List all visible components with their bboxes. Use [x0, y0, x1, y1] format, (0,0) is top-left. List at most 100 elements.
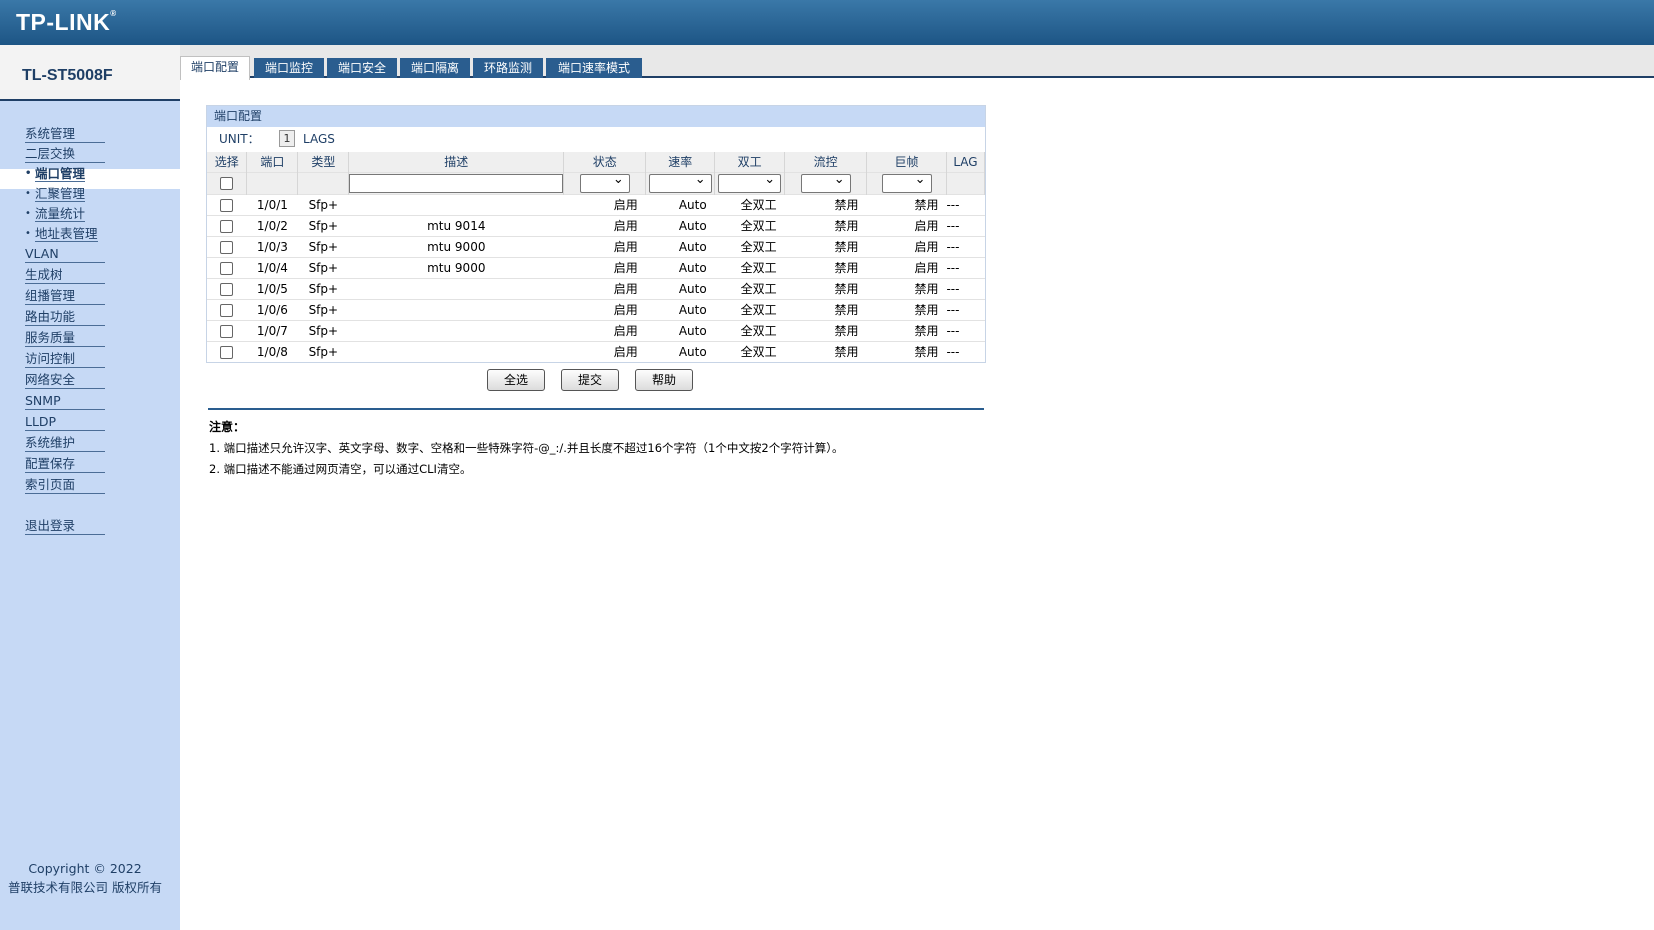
select-all-checkbox[interactable]	[220, 177, 234, 190]
cell-speed: Auto	[645, 235, 715, 257]
cell-status: 启用	[563, 298, 646, 320]
port-table: 选择 端口 类型 描述 状态 速率 双工 流控 巨帧 LAG ⌄ ⌄ ⌄ ⌄ ⌄…	[207, 152, 986, 362]
col-port: 端口	[246, 152, 299, 172]
tab-port-config[interactable]: 端口配置	[180, 56, 250, 80]
cell-type: Sfp+	[297, 214, 349, 236]
col-description: 描述	[348, 152, 565, 172]
note-line-2: 2. 端口描述不能通过网页清空，可以通过CLI清空。	[209, 462, 472, 476]
nav-system-maintenance[interactable]: 系统维护	[25, 434, 105, 452]
description-input[interactable]	[349, 173, 564, 193]
nav-vlan[interactable]: VLAN	[25, 245, 105, 263]
submit-button[interactable]: 提交	[561, 369, 619, 391]
notes: 注意： 1. 端口描述只允许汉字、英文字母、数字、空格和一些特殊字符-@_:/.…	[209, 417, 843, 480]
col-lag: LAG	[946, 152, 986, 172]
nav-traffic-statistics[interactable]: • 流量统计	[25, 205, 86, 223]
table-header-row: 选择 端口 类型 描述 状态 速率 双工 流控 巨帧 LAG	[207, 152, 986, 172]
nav-index-page[interactable]: 索引页面	[25, 476, 105, 494]
cell-type: Sfp+	[297, 319, 349, 341]
row-checkbox[interactable]	[220, 303, 234, 317]
nav-port-management[interactable]: • 端口管理	[25, 165, 86, 183]
col-type: 类型	[297, 152, 350, 172]
device-model: TL-ST5008F	[22, 67, 113, 84]
cell-jumbo: 禁用	[866, 193, 947, 215]
cell-status: 启用	[563, 235, 646, 257]
jumbo-select[interactable]	[881, 172, 932, 193]
table-row: 1/0/3 Sfp+ mtu 9000 启用 Auto 全双工 禁用 启用 ---	[207, 235, 985, 257]
table-row: 1/0/5 Sfp+ 启用 Auto 全双工 禁用 禁用 ---	[207, 277, 985, 299]
cell-port: 1/0/7	[246, 319, 298, 341]
nav-address-table[interactable]: • 地址表管理	[25, 225, 98, 243]
tab-port-monitor[interactable]: 端口监控	[254, 58, 324, 78]
cell-duplex: 全双工	[714, 277, 785, 299]
status-select[interactable]	[579, 172, 630, 193]
nav-network-security[interactable]: 网络安全	[25, 371, 105, 389]
help-button[interactable]: 帮助	[635, 369, 693, 391]
cell-flow-control: 禁用	[784, 214, 867, 236]
cell-port: 1/0/5	[246, 277, 298, 299]
cell-description	[348, 298, 564, 320]
cell-port: 1/0/4	[246, 256, 298, 278]
nav-l2-switching[interactable]: 二层交换	[25, 145, 105, 163]
cell-jumbo: 禁用	[866, 298, 947, 320]
cell-lag: ---	[946, 298, 985, 320]
select-all-button[interactable]: 全选	[487, 369, 545, 391]
row-checkbox[interactable]	[220, 282, 234, 296]
cell-description	[348, 319, 564, 341]
nav-system-management[interactable]: 系统管理	[25, 125, 105, 143]
tab-port-speed-mode[interactable]: 端口速率模式	[546, 58, 642, 78]
cell-flow-control: 禁用	[784, 340, 867, 362]
cell-jumbo: 禁用	[866, 277, 947, 299]
nav-multicast[interactable]: 组播管理	[25, 287, 105, 305]
unit-label: UNIT：	[219, 132, 260, 146]
nav-save-config[interactable]: 配置保存	[25, 455, 105, 473]
tab-strip: 端口配置 端口监控 端口安全 端口隔离 环路监测 端口速率模式	[180, 45, 1654, 80]
nav-logout[interactable]: 退出登录	[25, 517, 105, 535]
row-checkbox[interactable]	[220, 324, 234, 338]
nav-link-aggregation[interactable]: • 汇聚管理	[25, 185, 86, 203]
cell-status: 启用	[563, 214, 646, 236]
cell-description	[348, 193, 564, 215]
cell-flow-control: 禁用	[784, 319, 867, 341]
cell-duplex: 全双工	[714, 319, 785, 341]
row-checkbox[interactable]	[220, 198, 234, 212]
cell-port: 1/0/8	[246, 340, 298, 362]
panel-title: 端口配置	[207, 106, 985, 127]
duplex-select[interactable]	[718, 172, 782, 193]
cell-jumbo: 启用	[866, 214, 947, 236]
cell-type: Sfp+	[297, 277, 349, 299]
cell-description: mtu 9000	[348, 256, 564, 278]
cell-port: 1/0/2	[246, 214, 298, 236]
row-checkbox[interactable]	[220, 240, 234, 254]
col-duplex: 双工	[714, 152, 786, 172]
speed-select[interactable]	[648, 172, 712, 193]
cell-jumbo: 禁用	[866, 340, 947, 362]
tab-port-isolation[interactable]: 端口隔离	[400, 58, 470, 78]
table-row: 1/0/6 Sfp+ 启用 Auto 全双工 禁用 禁用 ---	[207, 298, 985, 320]
tab-loop-detection[interactable]: 环路监测	[473, 58, 543, 78]
unit-selector[interactable]: 1	[279, 130, 295, 147]
row-checkbox[interactable]	[220, 219, 234, 233]
nav-access-control[interactable]: 访问控制	[25, 350, 105, 368]
cell-status: 启用	[563, 277, 646, 299]
nav-lldp[interactable]: LLDP	[25, 413, 105, 431]
cell-speed: Auto	[645, 277, 715, 299]
lags-link[interactable]: LAGS	[303, 132, 335, 146]
table-row: 1/0/8 Sfp+ 启用 Auto 全双工 禁用 禁用 ---	[207, 340, 985, 362]
nav-snmp[interactable]: SNMP	[25, 392, 105, 410]
cell-lag: ---	[946, 256, 985, 278]
filter-row	[207, 171, 986, 194]
cell-duplex: 全双工	[714, 256, 785, 278]
nav-routing[interactable]: 路由功能	[25, 308, 105, 326]
flow-control-select[interactable]	[800, 172, 851, 193]
cell-lag: ---	[946, 235, 985, 257]
tab-port-security[interactable]: 端口安全	[327, 58, 397, 78]
row-checkbox[interactable]	[220, 345, 234, 359]
note-line-1: 1. 端口描述只允许汉字、英文字母、数字、空格和一些特殊字符-@_:/.并且长度…	[209, 441, 844, 455]
cell-description: mtu 9014	[348, 214, 564, 236]
nav-qos[interactable]: 服务质量	[25, 329, 105, 347]
cell-speed: Auto	[645, 214, 715, 236]
cell-speed: Auto	[645, 256, 715, 278]
nav-spanning-tree[interactable]: 生成树	[25, 266, 105, 284]
col-speed: 速率	[645, 152, 716, 172]
row-checkbox[interactable]	[220, 261, 234, 275]
